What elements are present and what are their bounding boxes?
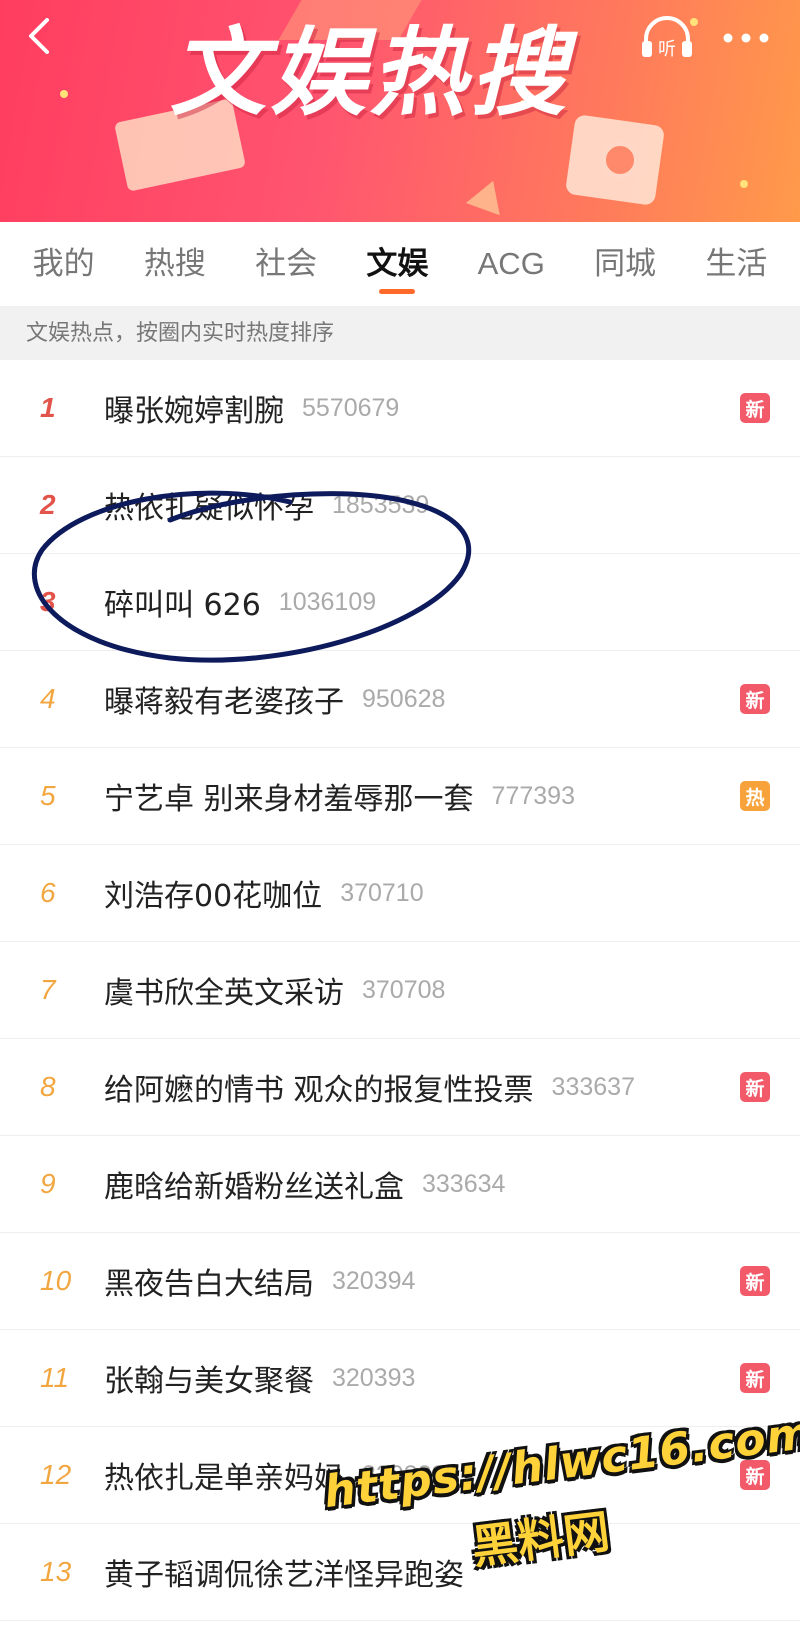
item-title[interactable]: 曝蒋毅有老婆孩子	[104, 677, 344, 721]
rank-number: 13	[40, 1556, 72, 1587]
list-item[interactable]: 10 黑夜告白大结局 320394 新	[0, 1233, 800, 1330]
list-item[interactable]: 4 曝蒋毅有老婆孩子 950628 新	[0, 651, 800, 748]
item-title[interactable]: 黄子韬调侃徐艺洋怪异跑姿	[104, 1550, 464, 1594]
rank-number: 1	[40, 392, 56, 423]
new-badge: 新	[740, 1266, 770, 1296]
headphones-icon: 听	[642, 16, 692, 60]
item-title[interactable]: 黑夜告白大结局	[104, 1259, 314, 1303]
more-button[interactable]	[718, 20, 774, 56]
new-badge: 新	[740, 1363, 770, 1393]
tab-life[interactable]: 生活	[699, 222, 773, 306]
item-title[interactable]: 鹿晗给新婚粉丝送礼盒	[104, 1162, 404, 1206]
tab-entertainment[interactable]: 文娱	[360, 222, 434, 306]
item-title[interactable]: 给阿嬷的情书 观众的报复性投票	[104, 1065, 534, 1109]
rank-number: 10	[40, 1265, 72, 1296]
list-item[interactable]: 11 张翰与美女聚餐 320393 新	[0, 1330, 800, 1427]
list-item[interactable]: 12 热依扎是单亲妈妈 320389 新	[0, 1427, 800, 1524]
heat-count: 320394	[332, 1266, 416, 1295]
item-title[interactable]: 宁艺卓 别来身材羞辱那一套	[104, 774, 474, 818]
item-title[interactable]: 虞书欣全英文采访	[104, 968, 344, 1012]
page-title: 文娱热搜	[170, 17, 570, 129]
list-item[interactable]: 8 给阿嬷的情书 观众的报复性投票 333637 新	[0, 1039, 800, 1136]
new-badge: 新	[740, 1072, 770, 1102]
rank-number: 4	[40, 683, 56, 714]
list-item[interactable]: 9 鹿晗给新婚粉丝送礼盒 333634	[0, 1136, 800, 1233]
heat-count: 320389	[362, 1460, 446, 1489]
camera-lens-illustration	[600, 140, 640, 180]
listen-button[interactable]: 听	[638, 12, 696, 64]
rank-number: 3	[40, 586, 56, 617]
list-item[interactable]: 5 宁艺卓 别来身材羞辱那一套 777393 热	[0, 748, 800, 845]
tab-society[interactable]: 社会	[249, 222, 323, 306]
heat-count: 777393	[491, 781, 575, 810]
list-item[interactable]: 1 曝张婉婷割腕 5570679 新	[0, 360, 800, 457]
sparkle-icon	[740, 180, 748, 188]
heat-count: 950628	[362, 684, 446, 713]
hot-search-list: 1 曝张婉婷割腕 5570679 新 2 热依扎疑似怀孕 1853539 3 碎叫叫 626 10…	[0, 360, 800, 1621]
chevron-left-icon	[29, 18, 49, 54]
tab-mine[interactable]: 我的	[27, 222, 101, 306]
category-tabs: 我的 热搜 社会 文娱 ACG 同城 生活	[0, 222, 800, 306]
heat-count: 333634	[422, 1169, 506, 1198]
heat-count: 1853539	[332, 490, 430, 519]
heat-count: 370710	[340, 878, 424, 907]
rank-number: 7	[40, 974, 56, 1005]
tab-local[interactable]: 同城	[588, 222, 662, 306]
triangle-decoration	[465, 174, 511, 216]
item-title[interactable]: 热依扎是单亲妈妈	[104, 1453, 344, 1497]
item-title[interactable]: 刘浩存00花咖位	[104, 871, 322, 915]
list-item[interactable]: 13 黄子韬调侃徐艺洋怪异跑姿	[0, 1524, 800, 1621]
rank-number: 2	[40, 489, 56, 520]
heat-count: 320393	[332, 1363, 416, 1392]
rank-number: 12	[40, 1459, 72, 1490]
item-title[interactable]: 碎叫叫 626	[104, 580, 261, 624]
listen-label: 听	[658, 39, 676, 60]
more-dots-icon	[723, 33, 769, 43]
rank-number: 8	[40, 1071, 56, 1102]
new-badge: 新	[740, 393, 770, 423]
back-button[interactable]	[18, 14, 62, 58]
tab-acg[interactable]: ACG	[472, 222, 551, 306]
new-badge: 新	[740, 1460, 770, 1490]
list-item[interactable]: 6 刘浩存00花咖位 370710	[0, 845, 800, 942]
sparkle-icon	[60, 90, 68, 98]
list-item[interactable]: 2 热依扎疑似怀孕 1853539	[0, 457, 800, 554]
heat-count: 370708	[362, 975, 446, 1004]
item-title[interactable]: 曝张婉婷割腕	[104, 386, 284, 430]
rank-number: 5	[40, 780, 56, 811]
list-item[interactable]: 3 碎叫叫 626 1036109	[0, 554, 800, 651]
header-banner: 文娱热搜 听	[0, 0, 800, 222]
hot-badge: 热	[740, 781, 770, 811]
rank-number: 11	[40, 1362, 70, 1393]
item-title[interactable]: 热依扎疑似怀孕	[104, 483, 314, 527]
new-badge: 新	[740, 684, 770, 714]
rank-number: 6	[40, 877, 56, 908]
heat-count: 5570679	[302, 393, 400, 422]
rank-number: 9	[40, 1168, 56, 1199]
item-title[interactable]: 张翰与美女聚餐	[104, 1356, 314, 1400]
list-item[interactable]: 7 虞书欣全英文采访 370708	[0, 942, 800, 1039]
heat-count: 1036109	[278, 587, 377, 616]
heat-count: 333637	[551, 1072, 635, 1101]
tab-hot-search[interactable]: 热搜	[138, 222, 212, 306]
list-description: 文娱热点，按圈内实时热度排序	[0, 306, 800, 360]
